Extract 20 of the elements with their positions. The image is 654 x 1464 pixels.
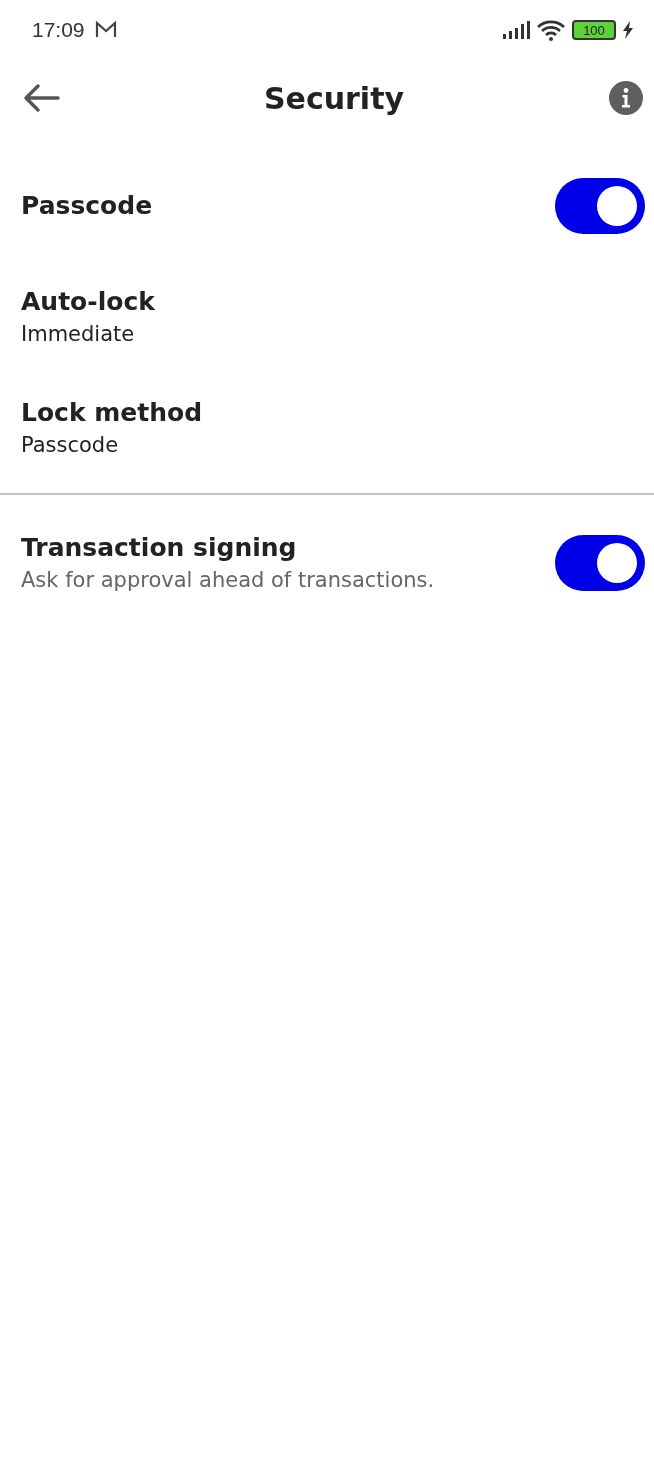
setting-title: Transaction signing [21, 533, 298, 562]
setting-value: Passcode [21, 433, 120, 457]
mail-icon [94, 21, 117, 39]
setting-row[interactable]: Auto-lock Immediate [0, 261, 654, 372]
setting-row[interactable]: Lock method Passcode [0, 372, 654, 483]
signal-icon [502, 21, 530, 39]
status-time: 17:09 [32, 18, 85, 42]
setting-title: Auto-lock [21, 287, 156, 316]
info-icon [608, 80, 644, 116]
back-button[interactable] [22, 83, 60, 113]
setting-value: Immediate [21, 322, 136, 346]
setting-description: Ask for approval ahead of transactions. [21, 568, 436, 592]
info-button[interactable] [608, 80, 644, 116]
page-title: Security [262, 80, 406, 116]
setting-title: Lock method [21, 398, 204, 427]
setting-title: Passcode [21, 191, 154, 220]
charging-icon [622, 21, 634, 39]
wifi-icon [536, 19, 566, 41]
back-arrow-icon [22, 83, 60, 113]
battery-icon: 100 [572, 20, 616, 40]
